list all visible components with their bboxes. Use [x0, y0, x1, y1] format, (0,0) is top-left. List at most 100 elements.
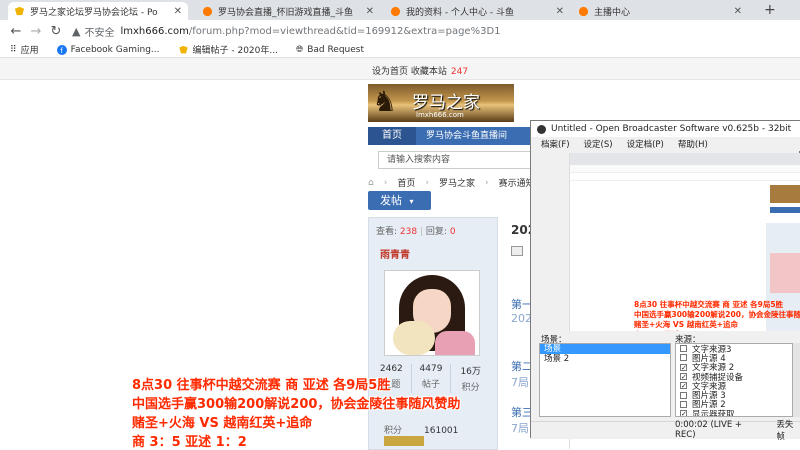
bookmark-label: 应用 — [20, 46, 39, 56]
author-name[interactable]: 雨青青 — [380, 246, 410, 261]
source-checkbox[interactable] — [680, 354, 687, 362]
source-checkbox[interactable] — [680, 400, 687, 408]
stat-value: 2462 — [379, 364, 403, 374]
points-label: 积分 — [384, 426, 403, 436]
top-count: 247 — [450, 67, 469, 77]
stat-label: 积分 — [461, 383, 480, 393]
screen: 罗马之家论坛罗马协会论坛 - Po ✕ 罗马协会直播_怀旧游戏直播_斗鱼 ✕ 我… — [0, 0, 800, 450]
obs-title: Untitled - Open Broadcaster Software v0.… — [551, 124, 792, 134]
douyu-favicon-icon — [390, 6, 401, 16]
horse-rider-icon: ♞ — [372, 85, 398, 118]
close-tab-icon[interactable]: ✕ — [362, 6, 374, 17]
obs-logo-icon — [537, 124, 546, 134]
douyu-favicon-icon — [202, 6, 213, 16]
close-tab-icon[interactable]: ✕ — [552, 6, 564, 17]
nav-home[interactable]: 首页 — [368, 127, 416, 145]
scene-item[interactable]: 场景 — [540, 344, 670, 354]
top-links-text[interactable]: 设为首页 收藏本站 — [372, 67, 447, 77]
breadcrumb-home[interactable]: 首页 — [397, 176, 415, 189]
bookmark-facebook-gaming[interactable]: f Facebook Gaming... — [56, 44, 160, 55]
stat-label: 帖子 — [422, 380, 441, 390]
facebook-icon: f — [56, 44, 67, 55]
tab-my-profile[interactable]: 我的资料 - 个人中心 - 斗鱼 ✕ — [384, 2, 570, 20]
views-count: 238 — [399, 227, 418, 237]
overlay-line-1: 8点30 往事杯中越交流赛 商 亚述 各9局5胜 — [132, 378, 391, 393]
avatar-dress — [435, 331, 475, 355]
bookmark-label: Facebook Gaming... — [70, 44, 160, 55]
preview-nav — [770, 207, 800, 213]
source-checkbox[interactable] — [680, 391, 687, 399]
tab-label: 罗马之家论坛罗马协会论坛 - Po — [30, 7, 158, 18]
preview-avatar — [770, 253, 800, 293]
preview-address-bar — [570, 165, 800, 173]
new-post-button[interactable]: 发帖 ▾ — [368, 191, 431, 210]
url-path: /forum.php?mod=viewthread&tid=169912&ext… — [188, 25, 501, 37]
douyu-favicon-icon — [578, 6, 589, 16]
points-row: 积分 161001 — [384, 423, 458, 436]
source-checkbox[interactable]: ✓ — [680, 410, 687, 416]
navigation-bar: ← → ↻ ▲ 不安全 lmxh666.com /forum.php?mod=v… — [0, 20, 800, 42]
back-arrow-icon[interactable]: ← — [6, 24, 26, 39]
forum-favicon-icon — [14, 6, 25, 15]
bookmark-bad-request[interactable]: 🌐︎ Bad Request — [296, 45, 364, 55]
new-tab-button[interactable]: + — [764, 2, 776, 18]
forum-favicon-icon — [178, 45, 188, 53]
bookmark-edit-post[interactable]: 编辑帖子 - 2020年... — [178, 43, 278, 56]
close-tab-icon[interactable]: ✕ — [170, 6, 182, 17]
main-nav: 首页 罗马协会斗鱼直播间 — [368, 127, 533, 145]
address-bar[interactable]: ▲ 不安全 lmxh666.com /forum.php?mod=viewthr… — [72, 22, 501, 40]
forward-arrow-icon[interactable]: → — [26, 24, 46, 39]
obs-menu-bar: 档案(F) 设定(S) 设定档(P) 帮助(H) — [531, 137, 800, 151]
source-checkbox[interactable]: ✓ — [680, 363, 687, 371]
reply-icon[interactable] — [511, 246, 523, 256]
stat-value: 4479 — [419, 364, 443, 374]
preview-bookmarks — [570, 173, 800, 181]
site-top-links[interactable]: 设为首页 收藏本站 247 — [372, 64, 468, 77]
menu-file[interactable]: 档案(F) — [541, 138, 570, 150]
post-button-label: 发帖 — [380, 194, 402, 207]
dropped-frames: 丢失帧 — [776, 419, 794, 442]
stat-posts[interactable]: 4479 帖子 — [410, 364, 451, 393]
reload-icon[interactable]: ↻ — [46, 24, 66, 39]
preview-logo — [770, 185, 800, 203]
globe-icon: 🌐︎ — [295, 44, 304, 55]
breadcrumb-forum[interactable]: 罗马之家 — [439, 176, 475, 189]
bookmark-label: Bad Request — [307, 44, 365, 55]
source-list-scrollbar[interactable] — [793, 343, 800, 417]
close-tab-icon[interactable]: ✕ — [730, 6, 742, 17]
source-checkbox[interactable]: ✓ — [680, 382, 687, 390]
site-logo[interactable]: ♞ 罗马之家 lmxh666.com — [368, 84, 514, 122]
bookmark-apps[interactable]: ⠿ 应用 — [10, 43, 39, 57]
menu-profiles[interactable]: 设定档(P) — [627, 138, 664, 150]
overlay-line-4: 商 3：5 亚述 1：2 — [132, 435, 247, 450]
apps-grid-icon: ⠿ — [10, 44, 17, 55]
menu-help[interactable]: 帮助(H) — [678, 138, 708, 150]
avatar[interactable] — [384, 270, 480, 356]
obs-window: Untitled - Open Broadcaster Software v0.… — [530, 120, 800, 449]
tab-label: 我的资料 - 个人中心 - 斗鱼 — [406, 7, 514, 18]
tab-douyu-live[interactable]: 罗马协会直播_怀旧游戏直播_斗鱼 ✕ — [196, 2, 380, 20]
menu-settings[interactable]: 设定(S) — [584, 138, 613, 150]
tab-forum[interactable]: 罗马之家论坛罗马协会论坛 - Po ✕ — [8, 2, 188, 20]
breadcrumb-separator: › — [383, 177, 388, 188]
source-checkbox[interactable] — [680, 345, 687, 353]
obs-title-bar[interactable]: Untitled - Open Broadcaster Software v0.… — [531, 121, 800, 137]
scene-list[interactable]: 场景 场景 2 — [539, 343, 671, 417]
bookmarks-bar: ⠿ 应用 f Facebook Gaming... 编辑帖子 - 2020年..… — [0, 42, 800, 58]
stat-value: 16万 — [460, 367, 481, 377]
tab-label: 罗马协会直播_怀旧游戏直播_斗鱼 — [218, 7, 354, 18]
not-secure-label: 不安全 — [84, 27, 115, 39]
source-list[interactable]: 文字来源3 图片源 4 ✓ 文字来源 2 ✓ 视频捕捉设备 ✓ 文字来源 图片源 3 图片源 2 ✓… — [675, 343, 793, 417]
obs-status-bar: 0:00:02 (LIVE + REC) 丢失帧 — [531, 420, 800, 442]
stat-points[interactable]: 16万 积分 — [450, 364, 490, 393]
medal-icon — [384, 436, 424, 446]
tab-streamer-center[interactable]: 主播中心 ✕ — [572, 2, 748, 20]
home-icon[interactable]: ⌂ — [368, 178, 374, 188]
post-body-fragment: 7局 — [511, 422, 529, 435]
post-body-fragment: 202 — [511, 312, 532, 325]
source-checkbox[interactable]: ✓ — [680, 373, 687, 381]
nav-douyu-room[interactable]: 罗马协会斗鱼直播间 — [426, 127, 507, 145]
source-item[interactable]: ✓ 显示器获取 — [676, 409, 792, 416]
scene-item[interactable]: 场景 2 — [540, 354, 670, 364]
search-input[interactable]: 请输入搜索内容 — [378, 151, 538, 169]
